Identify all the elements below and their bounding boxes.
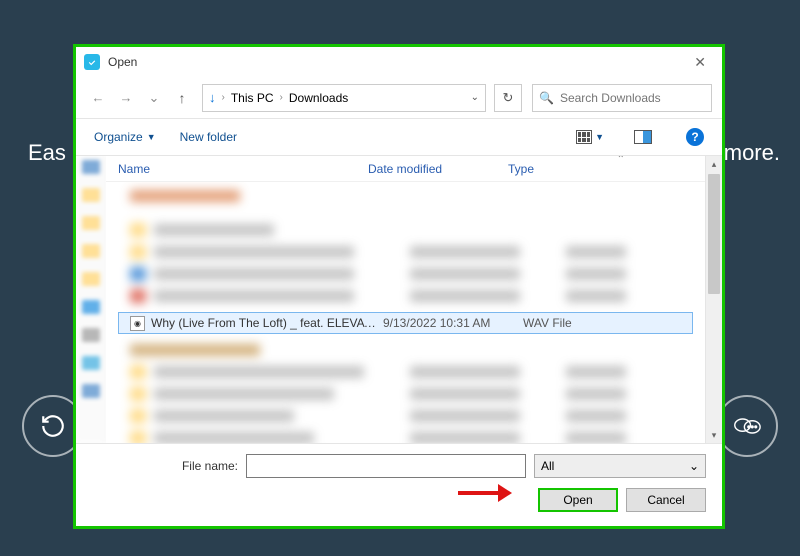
obscured-rows bbox=[106, 340, 705, 443]
filename-input[interactable] bbox=[246, 454, 526, 478]
breadcrumb[interactable]: ↓ › This PC › Downloads ⌄ bbox=[202, 84, 486, 112]
new-folder-button[interactable]: New folder bbox=[180, 130, 237, 144]
chevron-icon: › bbox=[222, 92, 225, 103]
cancel-button[interactable]: Cancel bbox=[626, 488, 706, 512]
up-button[interactable]: ↑ bbox=[170, 90, 194, 106]
preview-pane-button[interactable] bbox=[634, 130, 652, 144]
header-type[interactable]: Type bbox=[508, 162, 693, 176]
tree-item[interactable] bbox=[82, 356, 100, 370]
tree-item[interactable] bbox=[82, 300, 100, 314]
breadcrumb-downloads[interactable]: Downloads bbox=[289, 91, 348, 105]
tree-item[interactable] bbox=[82, 384, 100, 398]
close-icon[interactable]: ✕ bbox=[686, 54, 714, 71]
grid-icon bbox=[576, 130, 592, 144]
backdrop-text-left: Eas bbox=[28, 140, 66, 166]
organize-label: Organize bbox=[94, 130, 143, 144]
filename-label: File name: bbox=[182, 459, 238, 473]
organize-button[interactable]: Organize ▼ bbox=[94, 130, 156, 144]
chevron-down-icon: ⌄ bbox=[689, 459, 699, 473]
refresh-button[interactable]: ↻ bbox=[494, 84, 522, 112]
column-headers: Name Date modified Type ⌃ bbox=[106, 156, 705, 182]
wav-file-icon: ◉ bbox=[130, 316, 145, 331]
tree-item[interactable] bbox=[82, 188, 100, 202]
tree-item[interactable] bbox=[82, 216, 100, 230]
forward-button[interactable]: → bbox=[114, 86, 138, 110]
file-date: 9/13/2022 10:31 AM bbox=[383, 316, 523, 330]
file-rows[interactable]: ◉ Why (Live From The Loft) _ feat. ELEVA… bbox=[106, 182, 705, 443]
search-box[interactable]: 🔍 bbox=[532, 84, 712, 112]
file-type: WAV File bbox=[523, 316, 572, 330]
history-dropdown[interactable]: ⌄ bbox=[142, 86, 166, 110]
scroll-down-icon[interactable]: ▾ bbox=[706, 427, 722, 443]
back-button[interactable]: ← bbox=[86, 86, 110, 110]
breadcrumb-dropdown[interactable]: ⌄ bbox=[471, 92, 479, 103]
backdrop-text-right: more. bbox=[724, 140, 780, 166]
sort-indicator-icon: ⌃ bbox=[617, 155, 625, 165]
tree-item[interactable] bbox=[82, 272, 100, 286]
chevron-down-icon: ▼ bbox=[595, 132, 604, 142]
downloads-icon: ↓ bbox=[209, 90, 216, 105]
chevron-down-icon: ▼ bbox=[147, 132, 156, 142]
breadcrumb-this-pc[interactable]: This PC bbox=[231, 91, 274, 105]
backdrop-chat-button[interactable] bbox=[716, 395, 778, 457]
tree-item[interactable] bbox=[82, 160, 100, 174]
dialog-footer: File name: All ⌄ Open Cancel bbox=[76, 443, 722, 526]
search-icon: 🔍 bbox=[539, 91, 554, 105]
chevron-icon: › bbox=[280, 92, 283, 103]
titlebar: Open ✕ bbox=[76, 47, 722, 77]
scroll-thumb[interactable] bbox=[708, 174, 720, 294]
file-list: Name Date modified Type ⌃ ◉ Why (Live Fr… bbox=[106, 156, 705, 443]
dialog-title: Open bbox=[108, 55, 137, 69]
search-input[interactable] bbox=[560, 91, 705, 105]
annotation-arrow-icon bbox=[458, 484, 512, 502]
vertical-scrollbar[interactable]: ▴ ▾ bbox=[705, 156, 722, 443]
help-button[interactable]: ? bbox=[686, 128, 704, 146]
nav-toolbar: ← → ⌄ ↑ ↓ › This PC › Downloads ⌄ ↻ 🔍 bbox=[76, 77, 722, 119]
file-open-dialog: Open ✕ ← → ⌄ ↑ ↓ › This PC › Downloads ⌄… bbox=[73, 44, 725, 529]
header-date[interactable]: Date modified bbox=[368, 162, 508, 176]
app-icon bbox=[84, 54, 100, 70]
tree-item[interactable] bbox=[82, 328, 100, 342]
folder-tree[interactable] bbox=[76, 156, 106, 443]
file-area: Name Date modified Type ⌃ ◉ Why (Live Fr… bbox=[76, 155, 722, 443]
scroll-up-icon[interactable]: ▴ bbox=[706, 156, 722, 172]
file-name: Why (Live From The Loft) _ feat. ELEVATI… bbox=[151, 316, 383, 330]
filetype-filter[interactable]: All ⌄ bbox=[534, 454, 706, 478]
open-button[interactable]: Open bbox=[538, 488, 618, 512]
file-row-selected[interactable]: ◉ Why (Live From The Loft) _ feat. ELEVA… bbox=[118, 312, 693, 334]
tree-item[interactable] bbox=[82, 244, 100, 258]
header-name[interactable]: Name bbox=[118, 162, 368, 176]
filter-value: All bbox=[541, 459, 554, 473]
obscured-rows bbox=[106, 186, 705, 306]
command-toolbar: Organize ▼ New folder ▼ ? bbox=[76, 119, 722, 155]
view-mode-button[interactable]: ▼ bbox=[576, 130, 604, 144]
